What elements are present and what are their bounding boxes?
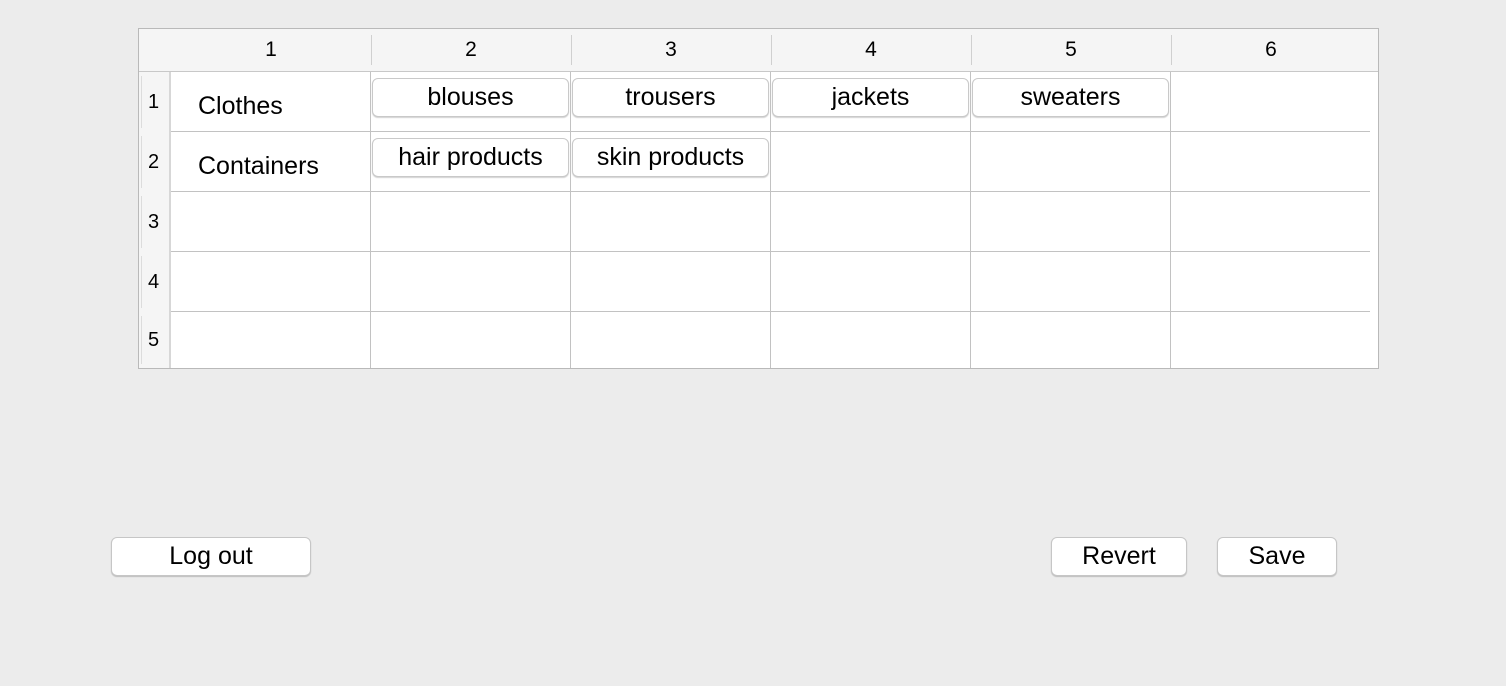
logout-button[interactable]: Log out (111, 537, 311, 576)
item-chip-jackets[interactable]: jackets (772, 78, 969, 117)
empty-cell[interactable] (371, 192, 571, 252)
item-chip-blouses[interactable]: blouses (372, 78, 569, 117)
item-chip-sweaters[interactable]: sweaters (972, 78, 1169, 117)
row-header-5[interactable]: 5 (139, 312, 171, 368)
column-header-4[interactable]: 4 (771, 29, 971, 71)
table-row: 2 Containers hair products skin products (139, 132, 1371, 192)
table-row: 4 (139, 252, 1371, 312)
category-cell[interactable] (171, 192, 371, 252)
empty-cell[interactable] (1171, 312, 1371, 368)
item-cell[interactable]: sweaters (971, 72, 1171, 132)
empty-cell[interactable] (571, 252, 771, 312)
column-header-5[interactable]: 5 (971, 29, 1171, 71)
category-label: Clothes (198, 92, 283, 120)
empty-cell[interactable] (371, 252, 571, 312)
table-corner (139, 29, 171, 71)
category-cell[interactable]: Clothes (171, 72, 371, 132)
empty-cell[interactable] (771, 252, 971, 312)
row-header-2[interactable]: 2 (139, 132, 171, 192)
revert-button[interactable]: Revert (1051, 537, 1187, 576)
category-cell[interactable]: Containers (171, 132, 371, 192)
table-row: 5 (139, 312, 1371, 372)
item-cell[interactable]: jackets (771, 72, 971, 132)
item-cell[interactable]: trousers (571, 72, 771, 132)
empty-cell[interactable] (771, 312, 971, 368)
table-row: 1 Clothes blouses trousers jackets sweat… (139, 72, 1371, 132)
column-header-2[interactable]: 2 (371, 29, 571, 71)
empty-cell[interactable] (771, 192, 971, 252)
table-scroll-gutter (1370, 72, 1378, 368)
item-cell[interactable]: blouses (371, 72, 571, 132)
table-body: 1 Clothes blouses trousers jackets sweat… (139, 72, 1378, 368)
empty-cell[interactable] (971, 252, 1171, 312)
empty-cell[interactable] (971, 312, 1171, 368)
category-cell[interactable] (171, 312, 371, 368)
category-label: Containers (198, 152, 319, 180)
empty-cell[interactable] (971, 192, 1171, 252)
item-cell[interactable]: skin products (571, 132, 771, 192)
column-header-3[interactable]: 3 (571, 29, 771, 71)
item-chip-trousers[interactable]: trousers (572, 78, 769, 117)
row-header-3[interactable]: 3 (139, 192, 171, 252)
empty-cell[interactable] (771, 132, 971, 192)
empty-cell[interactable] (571, 192, 771, 252)
column-header-row: 1 2 3 4 5 6 (139, 29, 1378, 72)
category-table: 1 2 3 4 5 6 1 Clothes blouses trousers j… (138, 28, 1379, 369)
category-cell[interactable] (171, 252, 371, 312)
empty-cell[interactable] (571, 312, 771, 368)
empty-cell[interactable] (371, 312, 571, 368)
row-header-1[interactable]: 1 (139, 72, 171, 132)
empty-cell[interactable] (971, 132, 1171, 192)
table-row: 3 (139, 192, 1371, 252)
item-chip-skin-products[interactable]: skin products (572, 138, 769, 177)
empty-cell[interactable] (1171, 132, 1371, 192)
column-header-1[interactable]: 1 (171, 29, 371, 71)
column-header-6[interactable]: 6 (1171, 29, 1371, 71)
empty-cell[interactable] (1171, 192, 1371, 252)
item-cell[interactable]: hair products (371, 132, 571, 192)
empty-cell[interactable] (1171, 72, 1371, 132)
row-header-4[interactable]: 4 (139, 252, 171, 312)
empty-cell[interactable] (1171, 252, 1371, 312)
save-button[interactable]: Save (1217, 537, 1337, 576)
item-chip-hair-products[interactable]: hair products (372, 138, 569, 177)
